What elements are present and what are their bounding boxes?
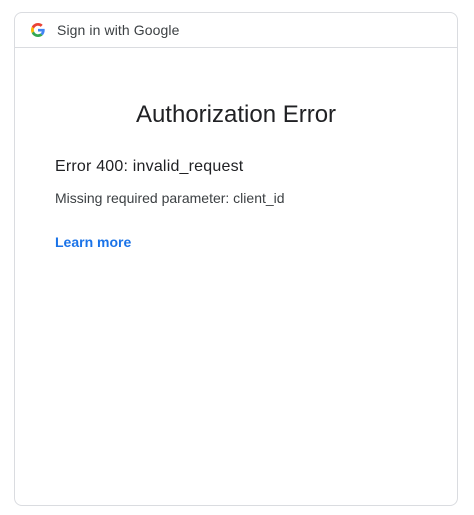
- header-title: Sign in with Google: [57, 22, 180, 38]
- card-header: Sign in with Google: [15, 13, 457, 48]
- learn-more-link[interactable]: Learn more: [55, 234, 131, 250]
- google-logo-icon: [31, 23, 45, 37]
- error-code: Error 400: invalid_request: [55, 158, 244, 175]
- error-message: Missing required parameter: client_id: [55, 190, 285, 206]
- page-title: Authorization Error: [135, 101, 337, 128]
- auth-error-card: Sign in with Google Authorization Error …: [14, 12, 458, 506]
